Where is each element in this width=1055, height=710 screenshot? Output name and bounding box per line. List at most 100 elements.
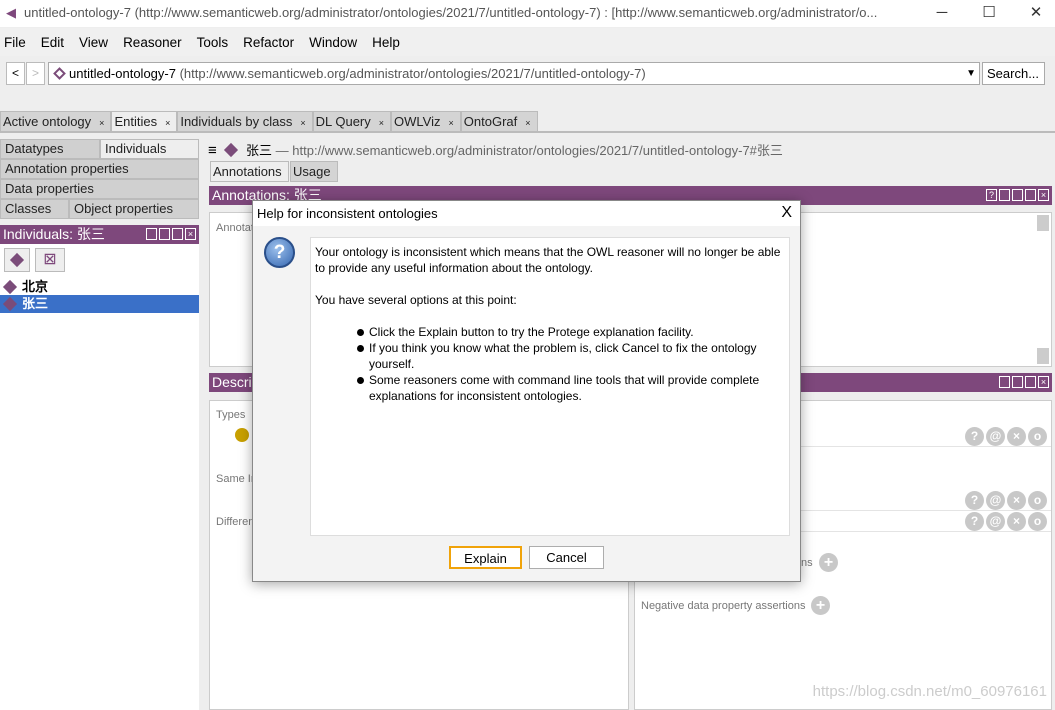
negative-data-property-label: Negative data property assertions	[641, 600, 806, 612]
menu-icon[interactable]: ≡	[208, 142, 217, 159]
tab-entities[interactable]: Entities ×	[111, 111, 178, 132]
bullet-item: Some reasoners come with command line to…	[355, 372, 785, 404]
tab-owlviz[interactable]: OWLViz ×	[391, 111, 461, 132]
close-icon[interactable]: ×	[1038, 376, 1049, 388]
chevron-down-icon: ▼	[966, 68, 976, 79]
menu-edit[interactable]: Edit	[41, 35, 64, 50]
individual-icon	[2, 279, 18, 295]
tab-data-properties[interactable]: Data properties	[0, 179, 199, 199]
tab-object-properties[interactable]: Object properties	[69, 199, 199, 219]
help-icon[interactable]: ?	[965, 491, 984, 510]
edit-icon[interactable]: o	[1028, 491, 1047, 510]
close-icon[interactable]: ×	[300, 118, 305, 128]
maximize-icon[interactable]	[172, 228, 183, 240]
panel-title: Individuals: 张三	[3, 226, 105, 242]
back-button[interactable]: <	[6, 62, 25, 85]
menu-help[interactable]: Help	[372, 35, 400, 50]
add-negative-data-property-button[interactable]: +	[811, 596, 830, 615]
tab-individuals-by-class[interactable]: Individuals by class ×	[177, 111, 313, 132]
scrollbar[interactable]	[1037, 215, 1049, 231]
tab-individuals[interactable]: Individuals	[100, 139, 199, 159]
tab-label: OWLViz	[394, 114, 441, 129]
tab-annotation-properties[interactable]: Annotation properties	[0, 159, 199, 179]
annotate-icon[interactable]: @	[986, 491, 1005, 510]
tab-classes[interactable]: Classes	[0, 199, 69, 219]
inconsistent-ontology-dialog: Help for inconsistent ontologies X ? You…	[252, 200, 801, 582]
forward-button[interactable]: >	[26, 62, 45, 85]
add-individual-button[interactable]	[4, 248, 30, 272]
tab-datatypes[interactable]: Datatypes	[0, 139, 100, 159]
dialog-title: Help for inconsistent ontologies	[253, 201, 800, 226]
ontology-name: untitled-ontology-7	[69, 66, 176, 81]
row-actions: ? @ × o	[963, 512, 1047, 531]
search-button[interactable]: Search...	[982, 62, 1045, 85]
maximize-icon[interactable]	[1025, 189, 1036, 201]
minimize-button[interactable]: ─	[919, 0, 965, 27]
tab-active-ontology[interactable]: Active ontology ×	[0, 111, 112, 132]
explain-button[interactable]: Explain	[449, 546, 522, 569]
close-icon[interactable]: ×	[449, 118, 454, 128]
window-title: untitled-ontology-7 (http://www.semantic…	[0, 0, 1055, 27]
menu-tools[interactable]: Tools	[197, 35, 229, 50]
add-assertion-button[interactable]: +	[819, 553, 838, 572]
item-label: 张三	[22, 296, 49, 311]
menu-file[interactable]: File	[4, 35, 26, 50]
ontology-selector[interactable]: untitled-ontology-7 (http://www.semantic…	[48, 62, 980, 85]
split-icon[interactable]	[146, 228, 157, 240]
edit-icon[interactable]: o	[1028, 427, 1047, 446]
minimize-icon[interactable]	[1012, 376, 1023, 388]
close-icon[interactable]: ×	[525, 118, 530, 128]
maximize-icon[interactable]	[1025, 376, 1036, 388]
ontology-iri: (http://www.semanticweb.org/administrato…	[179, 66, 646, 81]
split-icon[interactable]	[999, 376, 1010, 388]
individuals-panel	[0, 244, 199, 710]
delete-icon[interactable]: ×	[1007, 512, 1026, 531]
scrollbar-thumb[interactable]	[1037, 348, 1049, 364]
different-individuals-label: Differen	[216, 516, 255, 528]
message-paragraph: Your ontology is inconsistent which mean…	[315, 245, 781, 275]
row-actions: ? @ × o	[963, 427, 1047, 446]
help-icon[interactable]: ?	[965, 512, 984, 531]
annotate-icon[interactable]: @	[986, 512, 1005, 531]
tab-dl-query[interactable]: DL Query ×	[312, 111, 392, 132]
dialog-close-button[interactable]: X	[781, 204, 792, 222]
row-actions: ? @ × o	[963, 491, 1047, 510]
annotate-icon[interactable]: @	[986, 427, 1005, 446]
tab-label: OntoGraf	[463, 114, 518, 129]
tab-annotations[interactable]: Annotations	[210, 161, 289, 182]
minimize-icon[interactable]	[1012, 189, 1023, 201]
close-window-button[interactable]: ✕	[1013, 0, 1055, 27]
close-icon[interactable]: ×	[379, 118, 384, 128]
tab-label: Entities	[114, 114, 158, 129]
close-icon[interactable]: ×	[1038, 189, 1049, 201]
menu-refactor[interactable]: Refactor	[243, 35, 294, 50]
minimize-icon[interactable]	[159, 228, 170, 240]
menu-view[interactable]: View	[79, 35, 108, 50]
types-label: Types	[216, 409, 246, 421]
cancel-button[interactable]: Cancel	[529, 546, 604, 569]
close-icon[interactable]: ×	[185, 228, 196, 240]
maximize-button[interactable]: ☐	[966, 0, 1012, 27]
list-item[interactable]: 北京	[0, 278, 199, 295]
delete-icon[interactable]: ×	[1007, 427, 1026, 446]
close-icon[interactable]: ×	[99, 118, 104, 128]
help-icon[interactable]: ?	[986, 189, 997, 201]
add-individual-icon	[9, 252, 25, 268]
menu-window[interactable]: Window	[309, 35, 357, 50]
bullet-item: If you think you know what the problem i…	[355, 340, 785, 372]
help-icon[interactable]: ?	[965, 427, 984, 446]
tab-usage[interactable]: Usage	[290, 161, 338, 182]
entity-iri: — http://www.semanticweb.org/administrat…	[275, 143, 783, 158]
edit-icon[interactable]: o	[1028, 512, 1047, 531]
item-label: 北京	[22, 279, 49, 294]
split-icon[interactable]	[999, 189, 1010, 201]
delete-individual-button[interactable]: ⊠	[35, 248, 65, 272]
list-item-selected[interactable]: 张三	[0, 295, 199, 313]
menu-reasoner[interactable]: Reasoner	[123, 35, 182, 50]
delete-icon[interactable]: ×	[1007, 491, 1026, 510]
panel-title: Descri	[212, 374, 252, 390]
main-tabs: Active ontology × Entities × Individuals b…	[0, 111, 538, 132]
close-icon[interactable]: ×	[165, 118, 170, 128]
tab-ontograf[interactable]: OntoGraf ×	[460, 111, 538, 132]
tab-label: Individuals by class	[180, 114, 293, 129]
